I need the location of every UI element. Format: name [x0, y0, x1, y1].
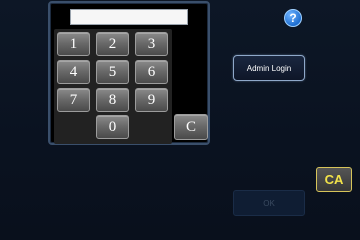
- key-1[interactable]: 1: [57, 32, 90, 56]
- key-2[interactable]: 2: [96, 32, 129, 56]
- key-5[interactable]: 5: [96, 60, 129, 84]
- key-3[interactable]: 3: [135, 32, 168, 56]
- key-9[interactable]: 9: [135, 88, 168, 112]
- pin-display-field[interactable]: [70, 9, 188, 25]
- ca-button[interactable]: CA: [316, 167, 352, 192]
- key-0[interactable]: 0: [96, 115, 129, 139]
- key-4[interactable]: 4: [57, 60, 90, 84]
- clear-button[interactable]: C: [174, 114, 208, 140]
- ok-button[interactable]: OK: [233, 190, 305, 216]
- key-7[interactable]: 7: [57, 88, 90, 112]
- admin-login-button[interactable]: Admin Login: [233, 55, 305, 81]
- key-8[interactable]: 8: [96, 88, 129, 112]
- pin-keypad-panel: 1 2 3 4 5 6 7 8 9 0 C: [48, 1, 210, 145]
- help-icon[interactable]: ?: [284, 9, 302, 27]
- key-6[interactable]: 6: [135, 60, 168, 84]
